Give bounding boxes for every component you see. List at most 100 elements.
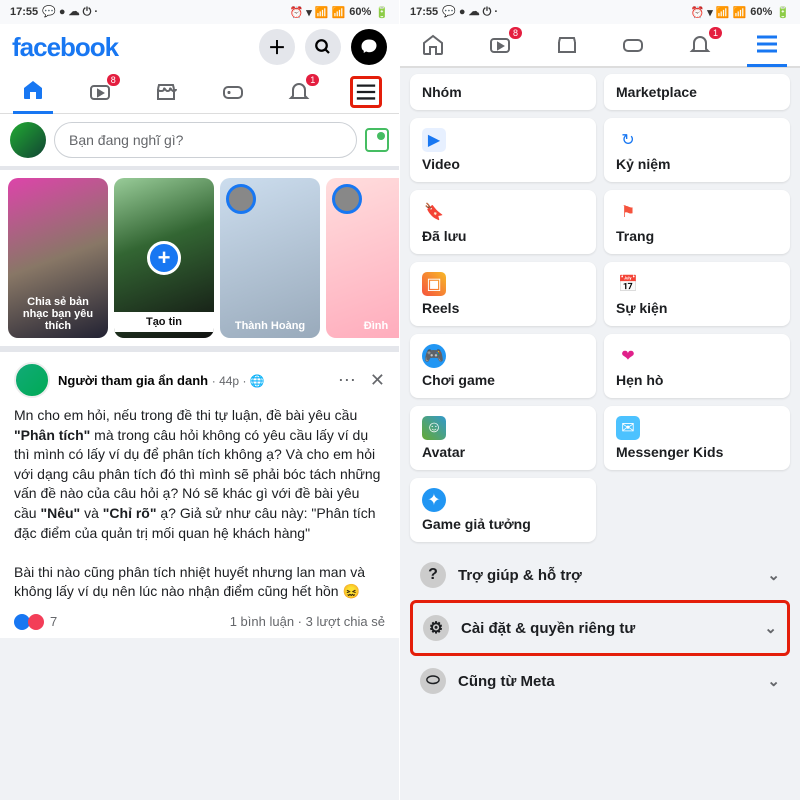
card-sukien[interactable]: 📅 Sự kiện bbox=[604, 262, 790, 326]
marketplace-icon bbox=[555, 33, 579, 57]
composer-placeholder: Bạn đang nghĩ gì? bbox=[69, 132, 183, 148]
hamburger-icon bbox=[755, 35, 779, 53]
video-icon: ▶ bbox=[422, 128, 446, 152]
story-avatar-ring bbox=[332, 184, 362, 214]
card-kyniem[interactable]: ↻Kỷ niệm bbox=[604, 118, 790, 182]
reactions[interactable]: 7 bbox=[14, 614, 57, 630]
post-more-button[interactable]: ⋯ bbox=[338, 370, 356, 391]
card-henho[interactable]: ❤Hẹn hò bbox=[604, 334, 790, 398]
card-marketplace[interactable]: Marketplace bbox=[604, 74, 790, 110]
messenger-kids-icon: ✉ bbox=[616, 416, 640, 440]
messenger-button[interactable] bbox=[351, 29, 387, 65]
chevron-down-icon: ⌄ bbox=[767, 566, 780, 584]
tab-home[interactable] bbox=[413, 23, 453, 67]
story-item[interactable]: Đình bbox=[326, 178, 399, 338]
row-label: Cài đặt & quyền riêng tư bbox=[461, 620, 635, 637]
search-button[interactable] bbox=[305, 29, 341, 65]
messenger-icon bbox=[360, 38, 378, 56]
watch-icon bbox=[488, 33, 512, 57]
avatar-icon: ☺ bbox=[422, 416, 446, 440]
tab-home[interactable] bbox=[13, 70, 53, 114]
plus-icon: + bbox=[147, 241, 181, 275]
tab-menu[interactable] bbox=[747, 23, 787, 67]
card-nhom[interactable]: Nhóm bbox=[410, 74, 596, 110]
card-reels[interactable]: ▣ Reels bbox=[410, 262, 596, 326]
tab-marketplace[interactable] bbox=[547, 23, 587, 67]
tab-marketplace[interactable] bbox=[146, 70, 186, 114]
story-create[interactable]: + Tạo tin bbox=[114, 178, 214, 338]
card-trang[interactable]: ⚑Trang bbox=[604, 190, 790, 254]
nav-tabs: 8 1 bbox=[0, 70, 399, 114]
hamburger-icon bbox=[355, 83, 377, 101]
photo-icon[interactable] bbox=[365, 128, 389, 152]
story-label: Đình bbox=[364, 320, 388, 332]
card-gamegiatuong[interactable]: ✦Game giả tưởng bbox=[410, 478, 596, 542]
share-count[interactable]: 3 lượt chia sẻ bbox=[306, 614, 385, 629]
card-label: Game giả tưởng bbox=[422, 516, 584, 532]
gaming-icon bbox=[621, 33, 645, 57]
card-label: Sự kiện bbox=[616, 300, 778, 316]
post-author[interactable]: Người tham gia ẩn danh bbox=[58, 373, 208, 388]
comment-count[interactable]: 1 bình luận bbox=[230, 614, 294, 629]
story-label: Chia sẻ bản nhạc bạn yêu thích bbox=[14, 296, 102, 332]
card-choigame[interactable]: 🎮Chơi game bbox=[410, 334, 596, 398]
card-avatar[interactable]: ☺ Avatar bbox=[410, 406, 596, 470]
post-close-button[interactable]: ✕ bbox=[370, 370, 385, 391]
story-item[interactable]: Thành Hoàng bbox=[220, 178, 320, 338]
menu-grid: Nhóm Marketplace ▶Video ↻Kỷ niệm 🔖 Đã lưu… bbox=[400, 74, 800, 542]
home-icon bbox=[421, 33, 445, 57]
nav-tabs: 8 1 bbox=[400, 24, 800, 68]
status-bar: 17:55 💬 ● ☁ ⏻ · ⏰ ▾ 📶 📶 60% 🔋 bbox=[0, 0, 399, 24]
status-battery: 60% bbox=[750, 6, 772, 18]
stories-row[interactable]: Chia sẻ bản nhạc bạn yêu thích + Tạo tin… bbox=[0, 170, 399, 352]
card-daluu[interactable]: 🔖 Đã lưu bbox=[410, 190, 596, 254]
status-time: 17:55 bbox=[10, 6, 38, 18]
notif-badge: 1 bbox=[306, 74, 319, 86]
memories-icon: ↻ bbox=[616, 128, 640, 152]
card-label: Messenger Kids bbox=[616, 444, 778, 460]
create-button[interactable]: ＋ bbox=[259, 29, 295, 65]
card-label: Avatar bbox=[422, 444, 584, 460]
phone-right: 17:55 💬 ● ☁ ⏻ · ⏰ ▾ 📶 📶 60% 🔋 8 1 Nhó bbox=[400, 0, 800, 800]
tab-watch[interactable]: 8 bbox=[80, 70, 120, 114]
story-label: Tạo tin bbox=[114, 312, 214, 332]
card-label: Chơi game bbox=[422, 372, 584, 388]
tab-notifications[interactable]: 1 bbox=[279, 70, 319, 114]
card-mkids[interactable]: ✉ Messenger Kids bbox=[604, 406, 790, 470]
gear-icon: ⚙ bbox=[423, 615, 449, 641]
composer-input[interactable]: Bạn đang nghĩ gì? bbox=[54, 122, 357, 158]
tab-gaming[interactable] bbox=[213, 70, 253, 114]
menu-highlight bbox=[350, 76, 382, 108]
post-avatar[interactable] bbox=[14, 362, 50, 398]
row-settings-privacy[interactable]: ⚙ Cài đặt & quyền riêng tư ⌄ bbox=[410, 600, 790, 656]
reels-icon: ▣ bbox=[422, 272, 446, 296]
gaming-icon bbox=[221, 80, 245, 104]
watch-badge: 8 bbox=[509, 27, 522, 39]
chevron-down-icon: ⌄ bbox=[764, 619, 777, 637]
avatar[interactable] bbox=[10, 122, 46, 158]
card-label: Reels bbox=[422, 300, 584, 316]
row-meta[interactable]: ⬭ Cũng từ Meta ⌄ bbox=[410, 656, 790, 706]
saved-icon: 🔖 bbox=[422, 200, 446, 224]
events-icon: 📅 bbox=[616, 272, 640, 296]
card-label: Đã lưu bbox=[422, 228, 584, 244]
tab-watch[interactable]: 8 bbox=[480, 23, 520, 67]
tab-gaming[interactable] bbox=[613, 23, 653, 67]
row-help[interactable]: ? Trợ giúp & hỗ trợ ⌄ bbox=[410, 550, 790, 600]
post-footer: 7 1 bình luận · 3 lượt chia sẻ bbox=[14, 610, 385, 630]
bell-icon bbox=[688, 33, 712, 57]
story-music[interactable]: Chia sẻ bản nhạc bạn yêu thích bbox=[8, 178, 108, 338]
chevron-down-icon: ⌄ bbox=[767, 672, 780, 690]
status-battery: 60% bbox=[349, 6, 371, 18]
post: Người tham gia ẩn danh · 44p · 🌐 ⋯ ✕ Mn … bbox=[0, 352, 399, 638]
watch-badge: 8 bbox=[107, 74, 120, 86]
row-label: Trợ giúp & hỗ trợ bbox=[458, 567, 582, 584]
home-icon bbox=[21, 78, 45, 102]
card-label: Trang bbox=[616, 228, 778, 244]
card-video[interactable]: ▶Video bbox=[410, 118, 596, 182]
tab-notifications[interactable]: 1 bbox=[680, 23, 720, 67]
tab-menu[interactable] bbox=[346, 70, 386, 114]
post-time: 44p bbox=[219, 374, 239, 388]
meta-icon: ⬭ bbox=[420, 668, 446, 694]
status-time: 17:55 bbox=[410, 6, 438, 18]
